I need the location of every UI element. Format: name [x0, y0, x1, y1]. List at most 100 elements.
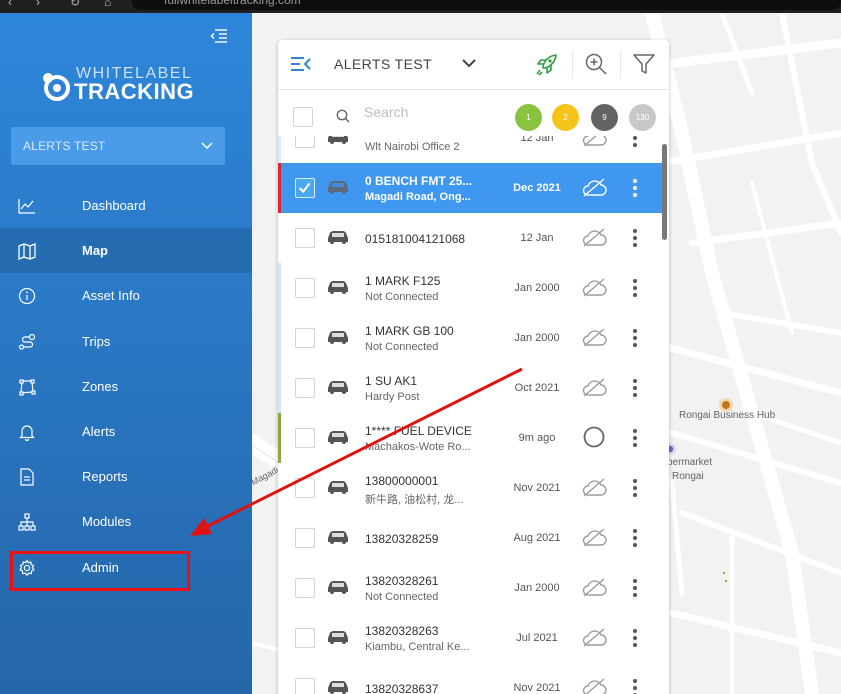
status-badge-yellow[interactable]: 2	[552, 104, 579, 131]
row-checkbox[interactable]	[295, 228, 315, 248]
cloud-offline-icon	[582, 178, 607, 197]
asset-row[interactable]: 1 MARK F125 Not Connected Jan 2000	[278, 263, 662, 313]
sidebar-item-alerts[interactable]: Alerts	[0, 409, 252, 454]
asset-name: 1**** FUEL DEVICE	[365, 424, 472, 438]
row-checkbox[interactable]	[295, 328, 315, 348]
status-badge-light[interactable]: 130	[629, 104, 656, 131]
zoom-in-icon[interactable]	[584, 52, 608, 76]
info-icon	[18, 288, 36, 305]
asset-row[interactable]: 13820328637 Nov 2021	[278, 663, 662, 694]
more-options-icon[interactable]	[632, 136, 638, 148]
asset-last-update: 12 Jan	[520, 136, 554, 144]
asset-row[interactable]: 13800000001 新牛路, 油松村, 龙... Nov 2021	[278, 463, 662, 513]
logo-mark-icon	[43, 73, 70, 101]
address-bar[interactable]: fullwhitelabeltracking.com	[132, 0, 841, 10]
map-poi-supermarket: permarket	[667, 457, 713, 468]
asset-name: 13820328263	[365, 624, 439, 638]
car-icon	[328, 431, 348, 444]
zones-icon	[19, 379, 36, 396]
status-stripe	[278, 413, 281, 463]
row-checkbox[interactable]	[295, 628, 315, 648]
rocket-icon[interactable]	[534, 53, 558, 77]
more-options-icon[interactable]	[632, 278, 638, 298]
select-all-checkbox[interactable]	[293, 107, 313, 127]
sidebar-item-trips[interactable]: Trips	[0, 319, 252, 364]
asset-last-update: 9m ago	[518, 432, 556, 444]
asset-location: Wlt Nairobi Office 2	[365, 141, 460, 153]
asset-name: 1 SU AK1	[365, 374, 418, 388]
sidebar: WHITELABEL TRACKING ALERTS TEST Dashboar…	[0, 13, 252, 694]
asset-row[interactable]: 015181004121068 12 Jan	[278, 213, 662, 263]
status-badge-gray[interactable]: 9	[591, 104, 618, 131]
forward-icon[interactable]: ›	[36, 0, 40, 9]
asset-name: 13820328259	[365, 532, 439, 546]
more-options-icon[interactable]	[632, 478, 638, 498]
status-badge-green[interactable]: 1	[515, 104, 542, 131]
reload-icon[interactable]: ↻	[70, 0, 80, 9]
row-checkbox[interactable]	[295, 428, 315, 448]
asset-last-update: Jan 2000	[514, 332, 560, 344]
more-options-icon[interactable]	[632, 628, 638, 648]
row-checkbox[interactable]	[295, 678, 315, 694]
car-icon	[328, 581, 348, 594]
status-stripe	[278, 313, 281, 363]
asset-row[interactable]: 1**** FUEL DEVICE Machakos-Wote Ro... 9m a…	[278, 413, 662, 463]
more-options-icon[interactable]	[632, 228, 638, 248]
asset-row[interactable]: 13820328263 Kiambu, Central Ke... Jul 2021	[278, 613, 662, 663]
asset-row[interactable]: 13820328261 Not Connected Jan 2000	[278, 563, 662, 613]
row-checkbox[interactable]	[295, 378, 315, 398]
cloud-offline-icon	[582, 478, 607, 497]
asset-row[interactable]: 0 BENCH FMT 25... Magadi Road, Ong... Dec …	[278, 163, 662, 213]
online-circle-icon	[583, 426, 605, 448]
map-poi-rongai: Rongai	[672, 471, 704, 482]
account-dropdown-value: ALERTS TEST	[23, 139, 106, 153]
more-options-icon[interactable]	[632, 378, 638, 398]
home-icon[interactable]: ⌂	[104, 0, 111, 9]
sidebar-item-dashboard[interactable]: Dashboard	[0, 183, 252, 228]
row-checkbox[interactable]	[295, 578, 315, 598]
row-checkbox[interactable]	[295, 478, 315, 498]
asset-row[interactable]: 1 SU AK1 Hardy Post Oct 2021	[278, 363, 662, 413]
account-dropdown[interactable]: ALERTS TEST	[11, 127, 225, 165]
collapse-menu-icon[interactable]	[210, 29, 228, 43]
row-checkbox[interactable]	[295, 136, 315, 148]
search-input[interactable]	[364, 104, 494, 120]
status-stripe	[278, 163, 281, 213]
more-options-icon[interactable]	[632, 178, 638, 198]
toggle-list-icon[interactable]	[290, 56, 312, 72]
asset-name: 0 BENCH FMT 25...	[365, 174, 473, 188]
more-options-icon[interactable]	[632, 428, 638, 448]
asset-row[interactable]: 13820328259 Aug 2021	[278, 513, 662, 563]
cloud-offline-icon	[582, 228, 607, 247]
asset-row[interactable]: 1 MARK GB 100 Not Connected Jan 2000	[278, 313, 662, 363]
chevron-down-icon[interactable]	[462, 58, 476, 68]
asset-row[interactable]: Wlt Nairobi Office 2 12 Jan	[278, 136, 662, 163]
cloud-offline-icon	[582, 528, 607, 547]
row-checkbox[interactable]	[295, 178, 315, 198]
sidebar-item-modules[interactable]: Modules	[0, 499, 252, 544]
panel-title[interactable]: ALERTS TEST	[334, 56, 432, 72]
sidebar-item-zones[interactable]: Zones	[0, 364, 252, 409]
cloud-offline-icon	[582, 328, 607, 347]
more-options-icon[interactable]	[632, 528, 638, 548]
filter-icon[interactable]	[633, 53, 655, 75]
chart-line-icon	[18, 199, 35, 214]
more-options-icon[interactable]	[632, 328, 638, 348]
sidebar-item-asset-info[interactable]: Asset Info	[0, 273, 252, 318]
bell-icon	[19, 425, 35, 441]
back-icon[interactable]: ‹	[8, 0, 12, 9]
more-options-icon[interactable]	[632, 678, 638, 694]
sidebar-item-label: Dashboard	[82, 198, 146, 213]
logo-text-bottom: TRACKING	[74, 79, 195, 104]
more-options-icon[interactable]	[632, 578, 638, 598]
list-scrollbar[interactable]	[662, 144, 667, 240]
route-icon	[18, 333, 36, 350]
car-icon	[328, 331, 348, 344]
row-checkbox[interactable]	[295, 278, 315, 298]
cloud-offline-icon	[582, 278, 607, 297]
sidebar-item-map[interactable]: Map	[0, 228, 252, 274]
asset-name: 13820328261	[365, 574, 439, 588]
row-checkbox[interactable]	[295, 528, 315, 548]
app-window: ‹ › ↻ ⌂ fullwhitelabeltracking.com WHITE…	[0, 0, 841, 694]
sidebar-item-reports[interactable]: Reports	[0, 454, 252, 499]
